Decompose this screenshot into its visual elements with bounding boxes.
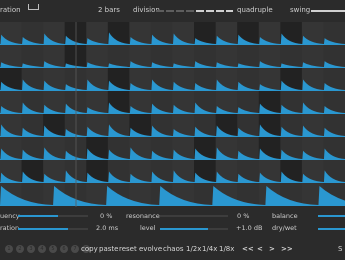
balance-slider-fill	[318, 215, 345, 217]
sequencer-lane[interactable]	[0, 22, 345, 45]
resonance-slider[interactable]	[160, 215, 228, 217]
eighth-speed-button[interactable]: 1/8x	[219, 245, 234, 253]
page-button[interactable]: 3	[27, 245, 35, 253]
half-speed-button[interactable]: 1/2x	[186, 245, 201, 253]
plugin-window: ration 2 bars division quadruple swing u…	[0, 0, 345, 260]
quarter-speed-button[interactable]: 1/4x	[202, 245, 217, 253]
sequencer-lane[interactable]	[0, 183, 345, 206]
paste-button[interactable]: paste	[99, 245, 118, 253]
bottom-bar: 1 2 3 4 5 6 7 8 copy paste reset evolve …	[0, 240, 345, 260]
page-button[interactable]: 5	[49, 245, 57, 253]
saturation-label: ration	[0, 224, 20, 232]
fast-forward-icon[interactable]: >>	[281, 245, 293, 253]
sequencer-lane[interactable]	[0, 137, 345, 160]
frequency-slider[interactable]	[18, 215, 88, 217]
division-option[interactable]	[196, 10, 204, 12]
page-button[interactable]: 6	[60, 245, 68, 253]
drywet-slider-fill	[318, 228, 345, 230]
level-label: level	[140, 224, 156, 232]
level-value: +1.0 dB	[236, 224, 263, 232]
sequencer-lane[interactable]	[0, 160, 345, 183]
saturation-value: 2.0 ms	[96, 224, 119, 232]
resonance-value: 0 %	[237, 212, 250, 220]
next-icon[interactable]: >	[269, 245, 275, 253]
level-slider-fill	[160, 228, 208, 230]
frequency-value: 0 %	[100, 212, 113, 220]
chaos-button[interactable]: chaos	[163, 245, 184, 253]
reset-button[interactable]: reset	[119, 245, 137, 253]
division-option[interactable]	[226, 10, 233, 12]
division-option[interactable]	[156, 10, 164, 12]
frequency-slider-fill	[18, 215, 58, 217]
saturation-slider[interactable]	[18, 228, 88, 230]
drywet-slider[interactable]	[272, 228, 345, 230]
duration-label: ration	[0, 6, 21, 14]
division-option[interactable]	[206, 10, 214, 12]
swing-slider[interactable]	[311, 10, 345, 12]
settings-label[interactable]: S	[338, 245, 342, 253]
swing-label: swing	[290, 6, 311, 14]
page-button[interactable]: 2	[16, 245, 24, 253]
sequencer-lane[interactable]	[0, 45, 345, 68]
page-button[interactable]: 4	[38, 245, 46, 253]
division-option[interactable]	[186, 10, 194, 12]
frequency-label: uency	[0, 212, 20, 220]
saturation-slider-fill	[18, 228, 68, 230]
division-option[interactable]	[166, 10, 174, 12]
step-cell[interactable]	[86, 183, 109, 206]
division-value[interactable]: quadruple	[237, 6, 273, 14]
duration-value[interactable]: 2 bars	[98, 6, 120, 14]
duration-bracket-icon	[28, 4, 39, 10]
level-slider[interactable]	[160, 228, 228, 230]
resonance-label: resonance	[126, 212, 160, 220]
sequencer-lane[interactable]	[0, 114, 345, 137]
balance-slider[interactable]	[272, 215, 345, 217]
top-bar: ration 2 bars division quadruple swing	[0, 0, 345, 22]
previous-icon[interactable]: <	[257, 245, 263, 253]
division-option[interactable]	[216, 10, 224, 12]
evolve-button[interactable]: evolve	[139, 245, 162, 253]
division-option[interactable]	[176, 10, 184, 12]
sequencer-lane[interactable]	[0, 91, 345, 114]
step-lanes[interactable]	[0, 22, 345, 207]
rewind-icon[interactable]: <<	[242, 245, 254, 253]
page-button[interactable]: 7	[71, 245, 79, 253]
sequencer-lane[interactable]	[0, 68, 345, 91]
copy-button[interactable]: copy	[81, 245, 98, 253]
page-button[interactable]: 1	[5, 245, 13, 253]
